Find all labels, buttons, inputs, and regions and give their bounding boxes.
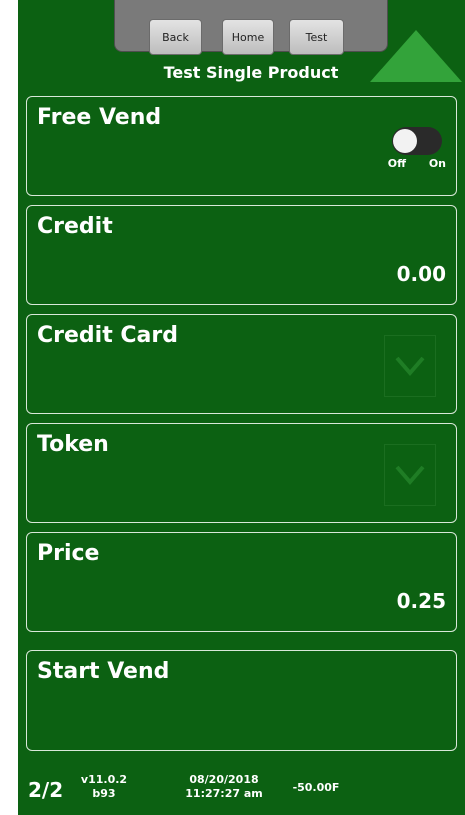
up-arrow-icon[interactable] [370,30,462,82]
test-button[interactable]: Test [289,19,344,55]
token-option[interactable]: Token [26,423,457,523]
credit-label: Credit [37,214,113,239]
page-indicator: 2/2 [28,778,64,802]
free-vend-toggle[interactable] [392,127,442,155]
date-label: 08/20/2018 [189,773,259,786]
free-vend-label: Free Vend [37,105,162,130]
credit-card-label: Credit Card [37,323,178,348]
back-button[interactable]: Back [149,19,202,55]
credit-card-row[interactable]: Credit 0.00 [26,205,457,305]
toggle-off-label: Off [387,157,406,170]
start-vend-button[interactable]: Start Vend [26,650,457,751]
build-label: b93 [92,787,116,800]
price-label: Price [37,541,100,566]
page-title: Test Single Product [163,63,339,82]
start-vend-label: Start Vend [37,659,170,684]
credit-value: 0.00 [396,262,446,286]
token-label: Token [37,432,109,457]
toggle-knob [393,129,417,153]
free-vend-card[interactable]: Free Vend Off On [26,96,457,196]
time-label: 11:27:27 am [185,787,263,800]
screen: Back Home Test Test Single Product Free … [18,0,465,815]
home-button[interactable]: Home [222,19,274,55]
token-checkbox[interactable] [384,444,436,506]
credit-card-checkbox[interactable] [384,335,436,397]
check-icon [395,356,425,377]
toggle-on-label: On [428,157,446,170]
check-icon [395,465,425,486]
version-label: v11.0.2 [80,773,128,786]
status-footer: 2/2 v11.0.2 b93 08/20/2018 11:27:27 am -… [18,755,465,815]
temperature-label: -50.00F [292,781,340,794]
price-row[interactable]: Price 0.25 [26,532,457,632]
credit-card-option[interactable]: Credit Card [26,314,457,414]
price-value: 0.25 [396,589,446,613]
